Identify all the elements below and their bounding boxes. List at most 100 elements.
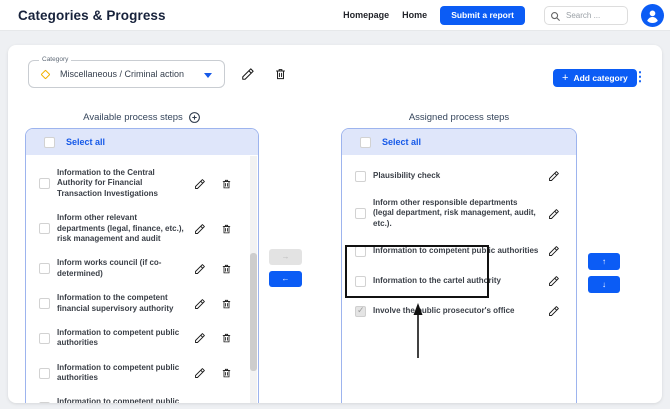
- main-card: Category Miscellaneous / Criminal action…: [8, 45, 662, 403]
- delete-item-button[interactable]: [216, 400, 236, 403]
- search-input[interactable]: [566, 7, 624, 24]
- item-checkbox[interactable]: [355, 306, 366, 317]
- submit-report-button[interactable]: Submit a report: [440, 6, 525, 25]
- delete-item-button[interactable]: [216, 365, 236, 381]
- trash-icon: [221, 402, 232, 403]
- edit-item-button[interactable]: [190, 365, 210, 381]
- pencil-icon: [241, 67, 255, 81]
- category-select-label: Category: [39, 56, 71, 63]
- pencil-icon: [194, 298, 206, 310]
- list-item: Information to the cartel authority: [342, 266, 576, 296]
- move-down-button[interactable]: ↓: [588, 276, 620, 293]
- move-to-assigned-button[interactable]: →: [269, 249, 302, 265]
- list-item: Involve the public prosecutor's office: [342, 296, 576, 326]
- item-label: Information to the competent financial s…: [57, 293, 190, 314]
- list-item: Plausibility check: [342, 161, 576, 191]
- trash-icon: [221, 263, 232, 275]
- category-select[interactable]: Category Miscellaneous / Criminal action: [28, 60, 225, 88]
- move-to-available-button[interactable]: ←: [269, 271, 302, 287]
- list-item: Inform other responsible departments (le…: [342, 191, 576, 236]
- edit-item-button[interactable]: [544, 243, 564, 259]
- item-checkbox[interactable]: [355, 171, 366, 182]
- item-checkbox[interactable]: [39, 368, 50, 379]
- search-icon: [550, 11, 561, 22]
- delete-category-button[interactable]: [270, 64, 290, 84]
- chevron-down-icon: [204, 73, 212, 78]
- list-item: Inform other relevant departments (legal…: [26, 206, 258, 251]
- available-select-all-row: Select all: [26, 129, 258, 155]
- edit-item-button[interactable]: [190, 400, 210, 403]
- pencil-icon: [194, 178, 206, 190]
- item-checkbox[interactable]: [39, 402, 50, 403]
- select-all-label: Select all: [66, 137, 105, 147]
- pencil-icon: [194, 263, 206, 275]
- delete-item-button[interactable]: [216, 221, 236, 237]
- item-checkbox[interactable]: [355, 276, 366, 287]
- user-avatar[interactable]: [641, 4, 664, 27]
- delete-item-button[interactable]: [216, 296, 236, 312]
- edit-item-button[interactable]: [190, 261, 210, 277]
- item-checkbox[interactable]: [355, 246, 366, 257]
- more-options-button[interactable]: ⋮: [632, 67, 648, 87]
- edit-item-button[interactable]: [190, 296, 210, 312]
- available-panel: Select all Information to the Central Au…: [25, 128, 259, 403]
- edit-item-button[interactable]: [190, 221, 210, 237]
- list-item: Inform works council (if co-determined): [26, 251, 258, 286]
- pencil-icon: [548, 245, 560, 257]
- edit-item-button[interactable]: [544, 303, 564, 319]
- item-label: Information to competent public authorit…: [57, 328, 190, 349]
- nav-link-homepage[interactable]: Homepage: [343, 10, 389, 20]
- item-label: Inform other relevant departments (legal…: [57, 213, 190, 244]
- nav-link-home[interactable]: Home: [402, 10, 427, 20]
- top-nav: Homepage Home Submit a report: [343, 4, 664, 27]
- delete-item-button[interactable]: [216, 176, 236, 192]
- top-bar: Categories & Progress Homepage Home Subm…: [0, 0, 670, 31]
- item-checkbox[interactable]: [39, 223, 50, 234]
- edit-item-button[interactable]: [544, 273, 564, 289]
- trash-icon: [221, 367, 232, 379]
- item-checkbox[interactable]: [355, 208, 366, 219]
- add-category-button[interactable]: + Add category: [553, 69, 637, 87]
- pencil-icon: [548, 305, 560, 317]
- edit-item-button[interactable]: [544, 206, 564, 222]
- item-label: Information to competent public authorit…: [57, 397, 190, 403]
- scrollbar[interactable]: [250, 156, 257, 403]
- edit-item-button[interactable]: [544, 168, 564, 184]
- item-checkbox[interactable]: [39, 298, 50, 309]
- item-label: Information to competent public authorit…: [373, 246, 544, 256]
- list-item: Information to the Central Authority for…: [26, 161, 258, 206]
- item-checkbox[interactable]: [39, 178, 50, 189]
- item-label: Information to competent public authorit…: [57, 363, 190, 384]
- delete-item-button[interactable]: [216, 330, 236, 346]
- pencil-icon: [194, 367, 206, 379]
- item-checkbox[interactable]: [39, 333, 50, 344]
- list-item: Information to competent public authorit…: [26, 321, 258, 356]
- select-all-checkbox[interactable]: [44, 137, 55, 148]
- edit-item-button[interactable]: [190, 330, 210, 346]
- pencil-icon: [194, 223, 206, 235]
- list-item: Information to the competent financial s…: [26, 286, 258, 321]
- trash-icon: [221, 298, 232, 310]
- assigned-select-all-row: Select all: [342, 129, 576, 155]
- assigned-list: Plausibility check Inform other responsi…: [342, 155, 576, 326]
- edit-item-button[interactable]: [190, 176, 210, 192]
- item-label: Involve the public prosecutor's office: [373, 306, 544, 316]
- pencil-icon: [548, 170, 560, 182]
- pencil-icon: [548, 208, 560, 220]
- select-all-label: Select all: [382, 137, 421, 147]
- assigned-heading: Assigned process steps: [341, 110, 577, 124]
- pencil-icon: [194, 332, 206, 344]
- add-process-step-button[interactable]: [188, 111, 201, 124]
- trash-icon: [221, 223, 232, 235]
- item-label: Information to the Central Authority for…: [57, 168, 190, 199]
- scrollbar-thumb[interactable]: [250, 253, 257, 371]
- trash-icon: [221, 332, 232, 344]
- edit-category-button[interactable]: [238, 64, 258, 84]
- delete-item-button[interactable]: [216, 261, 236, 277]
- search-box[interactable]: [544, 6, 628, 25]
- pencil-icon: [194, 402, 206, 403]
- move-up-button[interactable]: ↑: [588, 253, 620, 270]
- select-all-checkbox[interactable]: [360, 137, 371, 148]
- list-item: Information to competent public authorit…: [26, 356, 258, 391]
- item-checkbox[interactable]: [39, 263, 50, 274]
